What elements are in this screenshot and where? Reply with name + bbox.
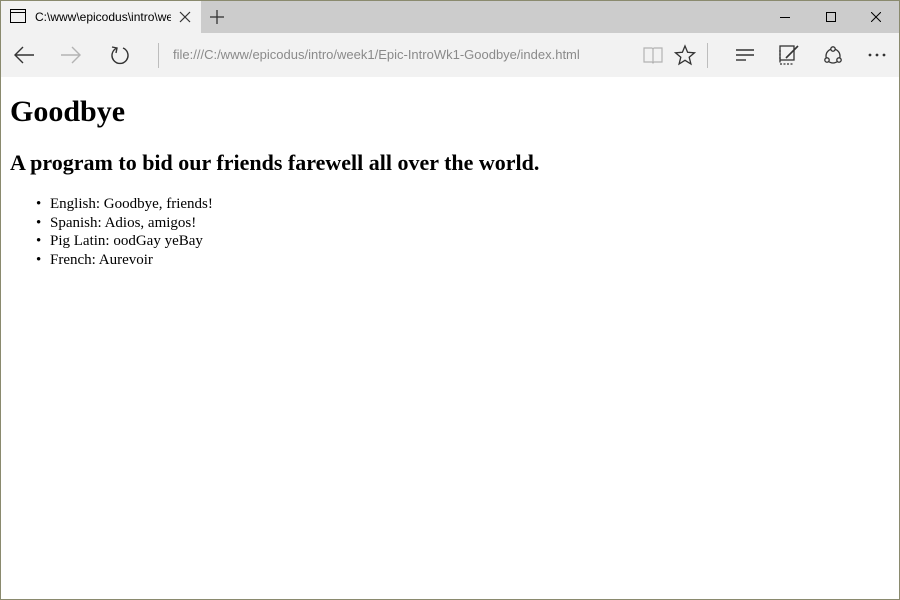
minimize-button[interactable]: [762, 1, 808, 33]
list-item-text: English: Goodbye, friends!: [50, 196, 213, 212]
share-icon[interactable]: [822, 44, 844, 66]
new-tab-icon[interactable]: [210, 10, 224, 24]
farewell-list: • English: Goodbye, friends! • Spanish: Ad…: [10, 195, 890, 269]
address-bar[interactable]: file:///C:/www/epicodus/intro/week1/Epic…: [173, 47, 633, 63]
tab-title: C:\www\epicodus\intro\week1: [35, 10, 171, 24]
maximize-icon: [826, 12, 836, 22]
maximize-button[interactable]: [808, 1, 854, 33]
page-icon: [10, 9, 26, 23]
forward-arrow-icon[interactable]: [60, 44, 82, 66]
bullet-icon: •: [36, 196, 42, 212]
close-button[interactable]: [853, 1, 899, 33]
list-item: • Pig Latin: oodGay yeBay: [36, 232, 890, 251]
list-item-text: Pig Latin: oodGay yeBay: [50, 233, 203, 250]
minimize-icon: [780, 17, 790, 18]
list-item: • French: Aurevoir: [36, 251, 890, 270]
bullet-icon: •: [36, 251, 42, 268]
toolbar-divider: [158, 43, 159, 68]
close-icon: [871, 12, 881, 22]
toolbar-divider: [707, 43, 708, 68]
browser-window: C:\www\epicodus\intro\week1: [0, 0, 900, 600]
refresh-icon[interactable]: [109, 44, 131, 66]
hub-icon[interactable]: [734, 44, 756, 66]
page-subtitle: A program to bid our friends farewell al…: [10, 150, 540, 175]
page-title: Goodbye: [10, 95, 126, 128]
navigation-bar: file:///C:/www/epicodus/intro/week1/Epic…: [1, 33, 899, 77]
favorite-star-icon[interactable]: [674, 44, 696, 66]
list-item-text: French: Aurevoir: [50, 251, 153, 268]
web-note-icon[interactable]: [778, 44, 800, 66]
list-item: • English: Goodbye, friends!: [36, 195, 890, 214]
title-bar: C:\www\epicodus\intro\week1: [1, 1, 899, 33]
back-arrow-icon[interactable]: [13, 44, 35, 66]
bullet-icon: •: [36, 233, 42, 250]
browser-tab[interactable]: C:\www\epicodus\intro\week1: [1, 1, 201, 33]
list-item: • Spanish: Adios, amigos!: [36, 214, 890, 233]
page-content: Goodbye A program to bid our friends far…: [1, 77, 899, 599]
reading-view-icon[interactable]: [642, 44, 664, 66]
bullet-icon: •: [36, 214, 42, 231]
tab-close-icon[interactable]: [179, 11, 191, 23]
list-item-text: Spanish: Adios, amigos!: [50, 214, 197, 231]
more-options-icon[interactable]: [866, 44, 888, 66]
